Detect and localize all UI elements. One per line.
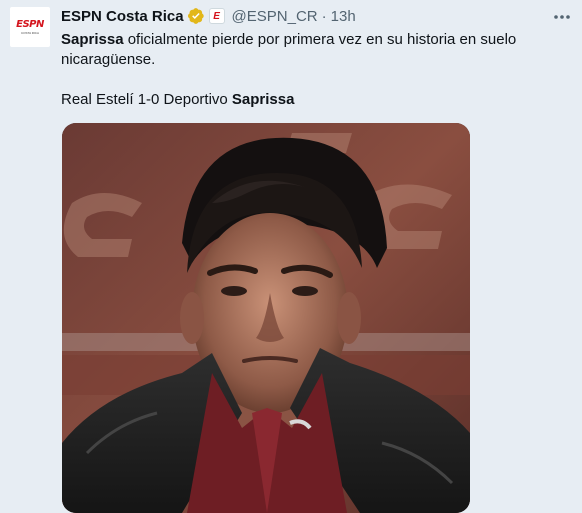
tweet-line-1-rest: oficialmente pierde por primera vez en s…: [61, 31, 517, 68]
tweet-line-2-prefix: Real Estelí 1-0 Deportivo: [61, 91, 232, 108]
avatar[interactable]: ESPN COSTA RICA: [10, 7, 50, 47]
coach-photo-illustration: [62, 123, 470, 513]
tweet-line-2: Real Estelí 1-0 Deportivo Saprissa: [61, 90, 566, 110]
espn-affiliate-badge-icon[interactable]: E: [208, 8, 225, 24]
tweet-line-2-bold: Saprissa: [231, 91, 295, 108]
display-name[interactable]: ESPN Costa Rica: [61, 8, 184, 25]
tweet-header: ESPN Costa Rica E @ESPN_CR · 13h: [61, 6, 356, 26]
separator-dot: ·: [321, 7, 327, 25]
user-handle[interactable]: @ESPN_CR: [232, 8, 318, 25]
tweet-line-1: Saprissa oficialmente pierde por primera…: [61, 30, 566, 70]
tweet-card[interactable]: ESPN COSTA RICA ESPN Costa Rica E @ESPN_…: [0, 0, 582, 513]
hashtag-like-bold: Saprissa: [61, 31, 124, 48]
espn-logo: ESPN: [16, 18, 44, 30]
verified-badge-icon[interactable]: [187, 7, 205, 25]
more-options-icon[interactable]: [552, 8, 572, 26]
tweet-photo[interactable]: [62, 123, 470, 513]
avatar-subtitle: COSTA RICA: [21, 30, 39, 35]
timestamp[interactable]: 13h: [331, 8, 356, 25]
tweet-text: Saprissa oficialmente pierde por primera…: [61, 30, 566, 110]
